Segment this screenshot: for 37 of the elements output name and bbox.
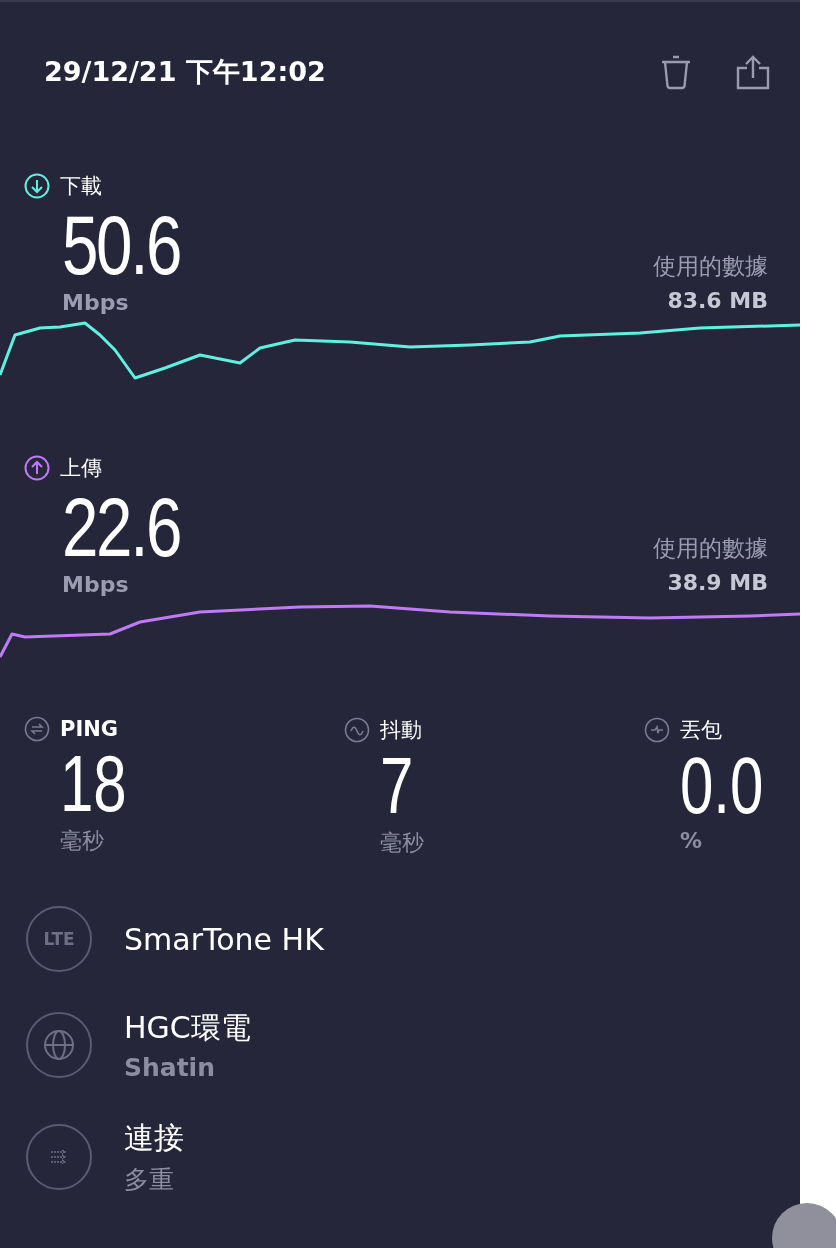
metric-value: 7 [380,744,414,828]
speed-unit: Mbps [62,290,130,315]
speed-value: 50.6 [62,200,181,290]
metric-unit: 毫秒 [380,829,425,857]
share-button[interactable] [736,54,770,90]
speed-unit: Mbps [62,572,130,597]
upload-icon [24,455,50,481]
metric-unit: 毫秒 [60,827,105,855]
metric-value: 18 [60,742,127,826]
test-datetime: 29/12/21 下午12:02 [44,55,327,89]
speed-label: 上傳 [60,455,102,482]
detail-subtitle: Shatin [124,1053,216,1082]
data-used-value: 38.9 MB [667,570,768,595]
download-icon [24,173,50,199]
network-type-badge: LTE [26,906,92,972]
detail-subtitle: 多重 [124,1164,175,1196]
wave-icon [344,717,370,743]
metric-value: 0.0 [680,744,764,828]
connections-icon [26,1124,92,1190]
trash-icon [660,54,692,90]
detail-title: HGC環電 [124,1009,251,1047]
globe-icon [26,1012,92,1078]
ping-icon [24,716,50,742]
speed-value: 22.6 [62,482,181,572]
data-used-value: 83.6 MB [667,288,768,313]
metric-unit: % [680,828,704,853]
pulse-icon [644,717,670,743]
delete-button[interactable] [660,54,692,90]
metric-label: 丟包 [680,717,722,744]
detail-title: 連接 [124,1119,184,1157]
detail-title: SmarTone HK [124,921,324,957]
metric-label: PING [60,717,119,741]
share-icon [736,54,770,90]
data-used-label: 使用的數據 [653,252,768,281]
data-used-label: 使用的數據 [653,534,768,563]
metric-label: 抖動 [380,717,422,744]
speed-label: 下載 [60,173,102,200]
